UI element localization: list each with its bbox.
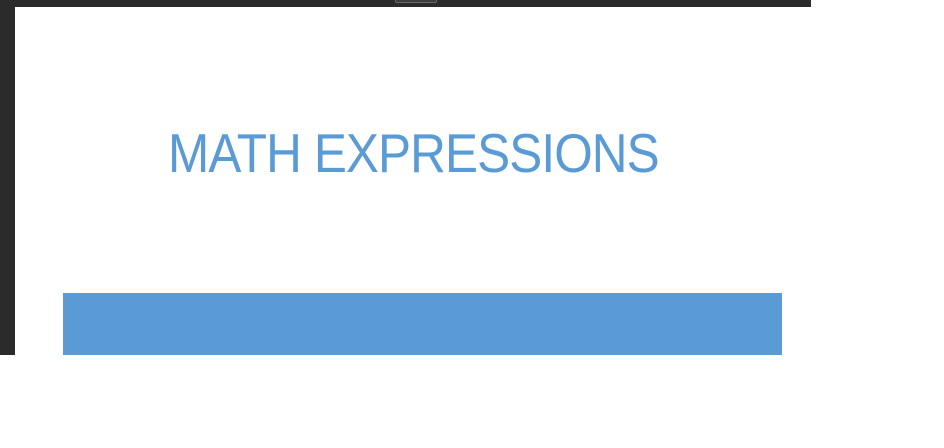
app-window: MATH EXPRESSIONS <box>0 0 944 448</box>
accent-band <box>63 293 782 355</box>
slide-title[interactable]: MATH EXPRESSIONS <box>168 118 660 188</box>
window-top-bar <box>0 0 811 7</box>
left-panel-edge <box>0 0 15 355</box>
drag-handle[interactable] <box>395 0 437 3</box>
